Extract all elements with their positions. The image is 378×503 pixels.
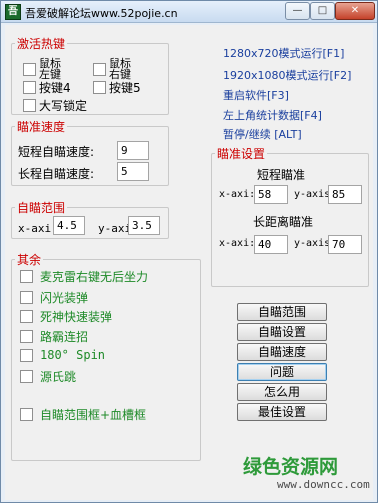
key4-label: 按键4 [39,81,71,95]
checkbox-box[interactable] [20,270,33,283]
range-x-input[interactable]: 4.5 [53,216,85,235]
long-y-label: y-axis [294,238,331,249]
aim-range-title: 自瞄范围 [17,201,66,215]
key4-checkbox[interactable]: 按键4 [23,79,71,96]
reaper-fast-reload-checkbox[interactable]: 死神快速装弹 [20,308,112,325]
minimize-button[interactable]: — [285,2,310,20]
watermark-text: 绿色资源网 [243,456,339,478]
window-title: 吾爱破解论坛www.52pojie.cn [25,7,178,20]
left-mouse-checkbox[interactable]: 鼠标左键 [23,58,69,80]
short-speed-label: 短程自瞄速度: [18,145,95,159]
checkbox-box[interactable] [20,330,33,343]
range-y-input[interactable]: 3.5 [128,216,160,235]
right-mouse-label: 鼠标右键 [109,57,131,81]
stats-link[interactable]: 左上角统计数据[F4] [223,107,322,123]
misc-title: 其余 [17,253,42,267]
range-box-healthbar-checkbox[interactable]: 自瞄范围框+血槽框 [20,406,146,423]
checkbox-box[interactable] [20,408,33,421]
run-1080-link[interactable]: 1920x1080模式运行[F2] [223,67,351,83]
checkbox-box[interactable] [23,62,36,76]
checkbox-box[interactable] [20,310,33,323]
spin-180-checkbox[interactable]: 180° Spin [20,348,105,362]
hotkeys-title: 激活热键 [17,37,66,51]
title-bar[interactable]: 吾 吾爱破解论坛www.52pojie.cn — □ ✕ [1,1,377,23]
short-speed-input[interactable]: 9 [117,141,149,160]
pause-link[interactable]: 暂停/继续 [ALT] [223,126,302,142]
help-button[interactable]: 问题 [237,363,327,381]
genji-jump-checkbox[interactable]: 源氏跳 [20,368,76,385]
long-x-input[interactable]: 40 [254,235,288,254]
misc-item-label: 自瞄范围框+血槽框 [40,408,147,422]
maximize-button[interactable]: □ [310,2,335,20]
misc-item-label: 麦克雷右键无后坐力 [40,270,149,284]
mccree-no-recoil-checkbox[interactable]: 麦克雷右键无后坐力 [20,268,148,285]
right-mouse-checkbox[interactable]: 鼠标右键 [93,58,139,80]
checkbox-box[interactable] [93,81,106,94]
misc-item-label: 180° Spin [40,348,106,362]
misc-item-label: 路霸连招 [40,330,89,344]
roadhog-combo-checkbox[interactable]: 路霸连招 [20,328,88,345]
aim-settings-title: 瞄准设置 [217,147,266,161]
misc-item-label: 源氏跳 [40,370,77,384]
restart-link[interactable]: 重启软件[F3] [223,87,289,103]
watermark-url: www.downcc.com [277,478,370,491]
checkbox-box[interactable] [20,370,33,383]
misc-item-label: 死神快速装弹 [40,310,113,324]
short-x-input[interactable]: 58 [254,185,288,204]
range-y-label: y-axi [98,222,132,235]
app-icon: 吾 [5,4,21,20]
short-aim-title: 短程瞄准 [257,168,306,182]
checkbox-box[interactable] [23,99,36,112]
watermark: 绿色资源网 www.downcc.com [239,452,370,498]
checkbox-box[interactable] [20,348,33,362]
long-speed-input[interactable]: 5 [117,162,149,181]
run-720-link[interactable]: 1280x720模式运行[F1] [223,45,344,61]
client-area: 激活热键 鼠标左键 鼠标右键 按键4 按键5 大写锁定 瞄准速度 短程自瞄速度:… [5,25,373,500]
long-speed-label: 长程自瞄速度: [18,167,95,181]
key5-label: 按键5 [109,81,141,95]
flash-reload-checkbox[interactable]: 闪光装弹 [20,289,88,306]
app-window: 吾 吾爱破解论坛www.52pojie.cn — □ ✕ 激活热键 鼠标左键 鼠… [0,0,378,503]
short-y-label: y-axis [294,189,331,200]
checkbox-box[interactable] [23,81,36,94]
aim-speed-title: 瞄准速度 [17,120,66,134]
checkbox-box[interactable] [20,291,33,304]
aim-speed-button[interactable]: 自瞄速度 [237,343,327,361]
best-settings-button[interactable]: 最佳设置 [237,403,327,421]
long-aim-title: 长距离瞄准 [253,215,314,229]
short-x-label: x-axi: [219,189,256,200]
long-x-label: x-axi: [219,238,256,249]
caps-lock-label: 大写锁定 [39,99,88,113]
aim-settings-button[interactable]: 自瞄设置 [237,323,327,341]
checkbox-box[interactable] [93,62,106,76]
close-button[interactable]: ✕ [335,2,375,20]
aim-range-button[interactable]: 自瞄范围 [237,303,327,321]
how-to-button[interactable]: 怎么用 [237,383,327,401]
range-x-label: x-axi [18,222,52,235]
misc-item-label: 闪光装弹 [40,291,89,305]
left-mouse-label: 鼠标左键 [39,57,61,81]
key5-checkbox[interactable]: 按键5 [93,79,141,96]
short-y-input[interactable]: 85 [328,185,362,204]
caps-lock-checkbox[interactable]: 大写锁定 [23,97,87,114]
long-y-input[interactable]: 70 [328,235,362,254]
